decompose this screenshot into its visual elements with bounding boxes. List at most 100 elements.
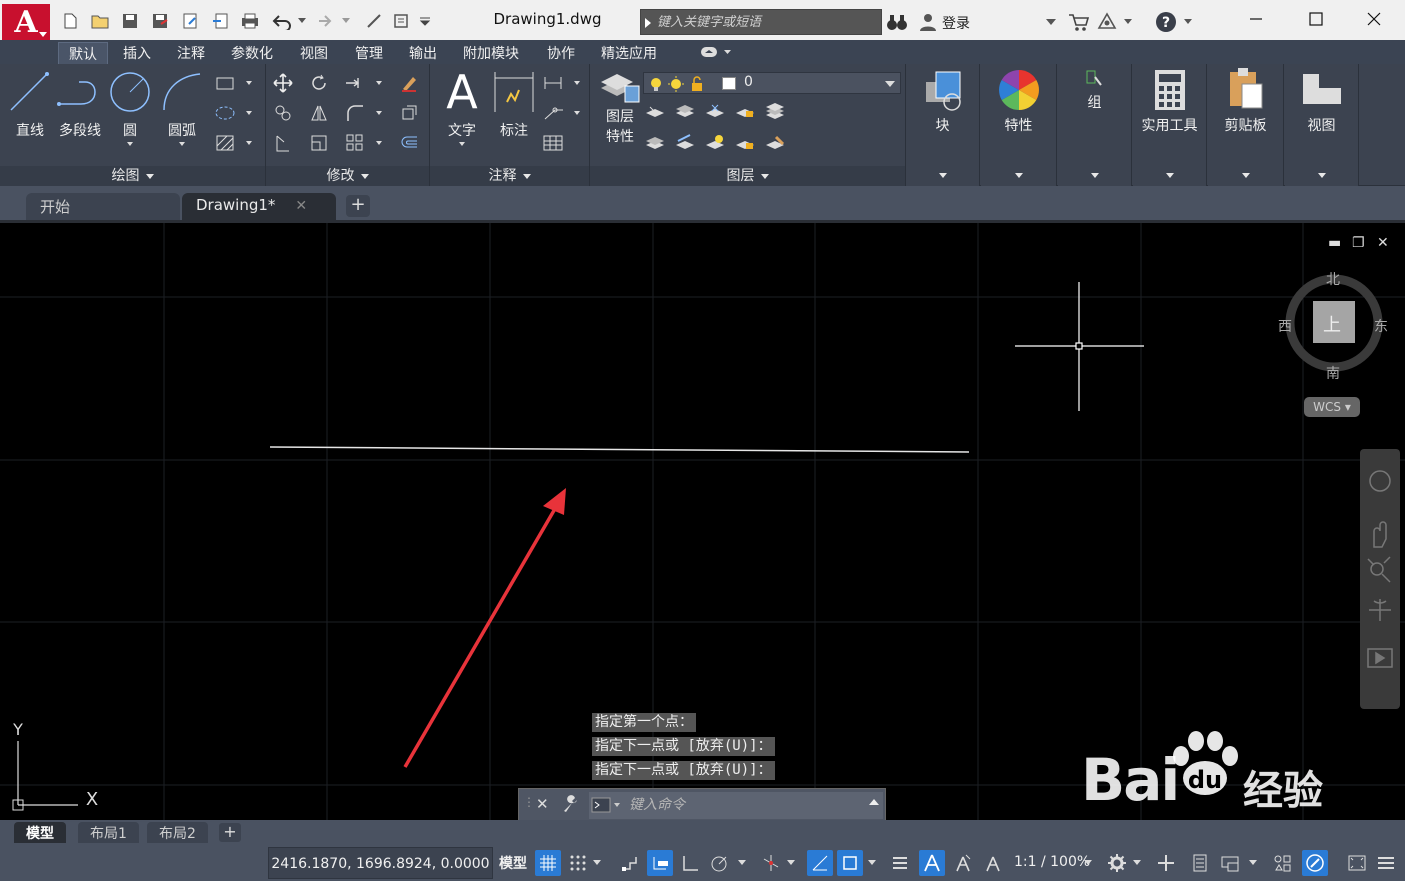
coordinates-display[interactable]: 2416.1870, 1696.8924, 0.0000	[268, 847, 493, 879]
hardware-acceleration-icon[interactable]	[1302, 850, 1328, 876]
explode-icon[interactable]	[398, 102, 420, 124]
quick-properties-dropdown-icon[interactable]	[1246, 850, 1260, 876]
chevron-down-icon[interactable]	[376, 111, 382, 115]
help-dropdown-icon[interactable]	[1184, 12, 1192, 32]
layer-tool-6-icon[interactable]	[644, 132, 666, 154]
tab-insert[interactable]: 插入	[113, 42, 161, 64]
tab-model[interactable]: 模型	[14, 822, 66, 843]
chevron-down-icon[interactable]	[1317, 173, 1326, 178]
model-space-button[interactable]: 模型	[499, 853, 527, 873]
array-icon[interactable]	[344, 132, 366, 154]
circle-button[interactable]: 圆	[102, 68, 158, 146]
layer-properties-button[interactable]: 图层 特性	[592, 68, 648, 146]
polar-dropdown-icon[interactable]	[735, 850, 749, 876]
compass-east[interactable]: 东	[1374, 316, 1388, 336]
snap-dropdown-icon[interactable]	[590, 850, 604, 876]
object-snap-icon[interactable]	[837, 850, 863, 876]
drawing-canvas[interactable]: ▬ ❐ ✕ 北 南 西 东 上 WCS ▾ Y X 指定第一个点： 指定下一点或…	[0, 220, 1405, 823]
layer-tool-2-icon[interactable]	[674, 100, 696, 122]
viewport-restore-icon[interactable]: ❐	[1352, 235, 1365, 251]
chevron-down-icon[interactable]	[376, 81, 382, 85]
connect-icon[interactable]	[1096, 12, 1118, 32]
chevron-down-icon[interactable]	[938, 173, 947, 178]
recent-commands-icon[interactable]	[869, 799, 879, 805]
clipboard-panel[interactable]: 剪贴板	[1208, 64, 1284, 186]
application-menu-button[interactable]: A	[2, 4, 50, 42]
compass-south[interactable]: 南	[1326, 363, 1340, 383]
save-icon[interactable]	[120, 11, 140, 31]
linear-dimension-icon[interactable]	[542, 72, 564, 94]
save-as-icon[interactable]	[150, 11, 170, 31]
compass-north[interactable]: 北	[1326, 269, 1340, 289]
close-tab-icon[interactable]: ✕	[295, 198, 307, 214]
new-file-icon[interactable]	[60, 11, 80, 31]
osnap-dropdown-icon[interactable]	[865, 850, 879, 876]
lineweight-icon[interactable]	[887, 850, 913, 876]
annotation-panel-title[interactable]: 注释	[430, 166, 589, 186]
stretch-icon[interactable]	[272, 132, 294, 154]
hatch-icon[interactable]	[214, 132, 236, 154]
chevron-down-icon[interactable]	[246, 141, 252, 145]
view-panel[interactable]: 视图	[1285, 64, 1359, 186]
close-command-line-icon[interactable]: ✕	[536, 795, 549, 813]
tab-start[interactable]: 开始	[26, 193, 180, 220]
chevron-down-icon[interactable]	[246, 111, 252, 115]
sign-in-dropdown-icon[interactable]	[1046, 12, 1056, 32]
annotation-monitor-icon[interactable]	[1153, 850, 1179, 876]
user-icon[interactable]	[918, 12, 938, 32]
layer-dropdown[interactable]: 0	[643, 72, 901, 94]
auto-scale-icon[interactable]	[950, 850, 976, 876]
tab-featured-apps[interactable]: 精选应用	[591, 42, 667, 64]
ribbon-minimize-icon[interactable]	[700, 45, 732, 63]
workspace-gear-icon[interactable]	[1104, 850, 1130, 876]
cart-icon[interactable]	[1068, 12, 1090, 32]
chevron-down-icon[interactable]	[246, 81, 252, 85]
layer-tool-7-icon[interactable]	[674, 132, 696, 154]
customization-menu-icon[interactable]	[1373, 850, 1399, 876]
drawn-line[interactable]	[269, 446, 970, 453]
layer-tool-8-icon[interactable]	[704, 132, 726, 154]
maximize-button[interactable]	[1296, 6, 1336, 32]
open-web-icon[interactable]	[180, 11, 200, 31]
workspace-icon[interactable]	[392, 11, 412, 31]
viewcube[interactable]: 北 南 西 东 上	[1276, 263, 1392, 383]
command-prompt-icon[interactable]	[591, 797, 621, 817]
search-box[interactable]	[640, 9, 882, 35]
binoculars-icon[interactable]	[886, 12, 908, 32]
layer-tool-10-icon[interactable]	[764, 132, 786, 154]
close-button[interactable]	[1354, 6, 1394, 32]
chevron-down-icon[interactable]	[127, 142, 133, 146]
sign-in-link[interactable]: 登录	[942, 13, 970, 33]
modify-panel-title[interactable]: 修改	[266, 166, 429, 186]
dimension-button[interactable]: 标注	[486, 68, 542, 146]
annotation-scale-icon[interactable]	[980, 850, 1006, 876]
ortho-icon[interactable]	[677, 850, 703, 876]
object-snap-tracking-icon[interactable]	[807, 850, 833, 876]
viewport-close-icon[interactable]: ✕	[1377, 235, 1389, 251]
polyline-button[interactable]: 多段线	[52, 68, 108, 146]
save-web-icon[interactable]	[210, 11, 230, 31]
chevron-down-icon[interactable]	[574, 111, 580, 115]
trim-icon[interactable]	[344, 72, 366, 94]
isodraft-icon[interactable]	[758, 850, 784, 876]
ellipse-icon[interactable]	[214, 102, 236, 124]
help-icon[interactable]: ?	[1155, 12, 1177, 32]
annotation-visibility-icon[interactable]	[919, 850, 945, 876]
polar-tracking-icon[interactable]	[707, 850, 733, 876]
undo-dropdown-icon[interactable]	[296, 11, 308, 31]
tab-layout1[interactable]: 布局1	[78, 822, 139, 843]
erase-icon[interactable]	[398, 72, 420, 94]
tab-addins[interactable]: 附加模块	[453, 42, 529, 64]
chevron-down-icon[interactable]	[376, 141, 382, 145]
drag-handle-icon[interactable]: ⋮	[523, 795, 535, 809]
scale-dropdown-icon[interactable]	[1081, 850, 1095, 876]
properties-panel[interactable]: 特性	[981, 64, 1057, 186]
rotate-icon[interactable]	[308, 72, 330, 94]
add-layout-button[interactable]: +	[219, 823, 241, 842]
tab-manage[interactable]: 管理	[345, 42, 393, 64]
leader-icon[interactable]	[542, 102, 564, 124]
infer-constraints-icon[interactable]	[617, 850, 643, 876]
tab-home[interactable]: 默认	[58, 42, 108, 64]
tab-drawing1[interactable]: Drawing1* ✕	[182, 193, 336, 220]
match-properties-icon[interactable]	[364, 11, 384, 31]
